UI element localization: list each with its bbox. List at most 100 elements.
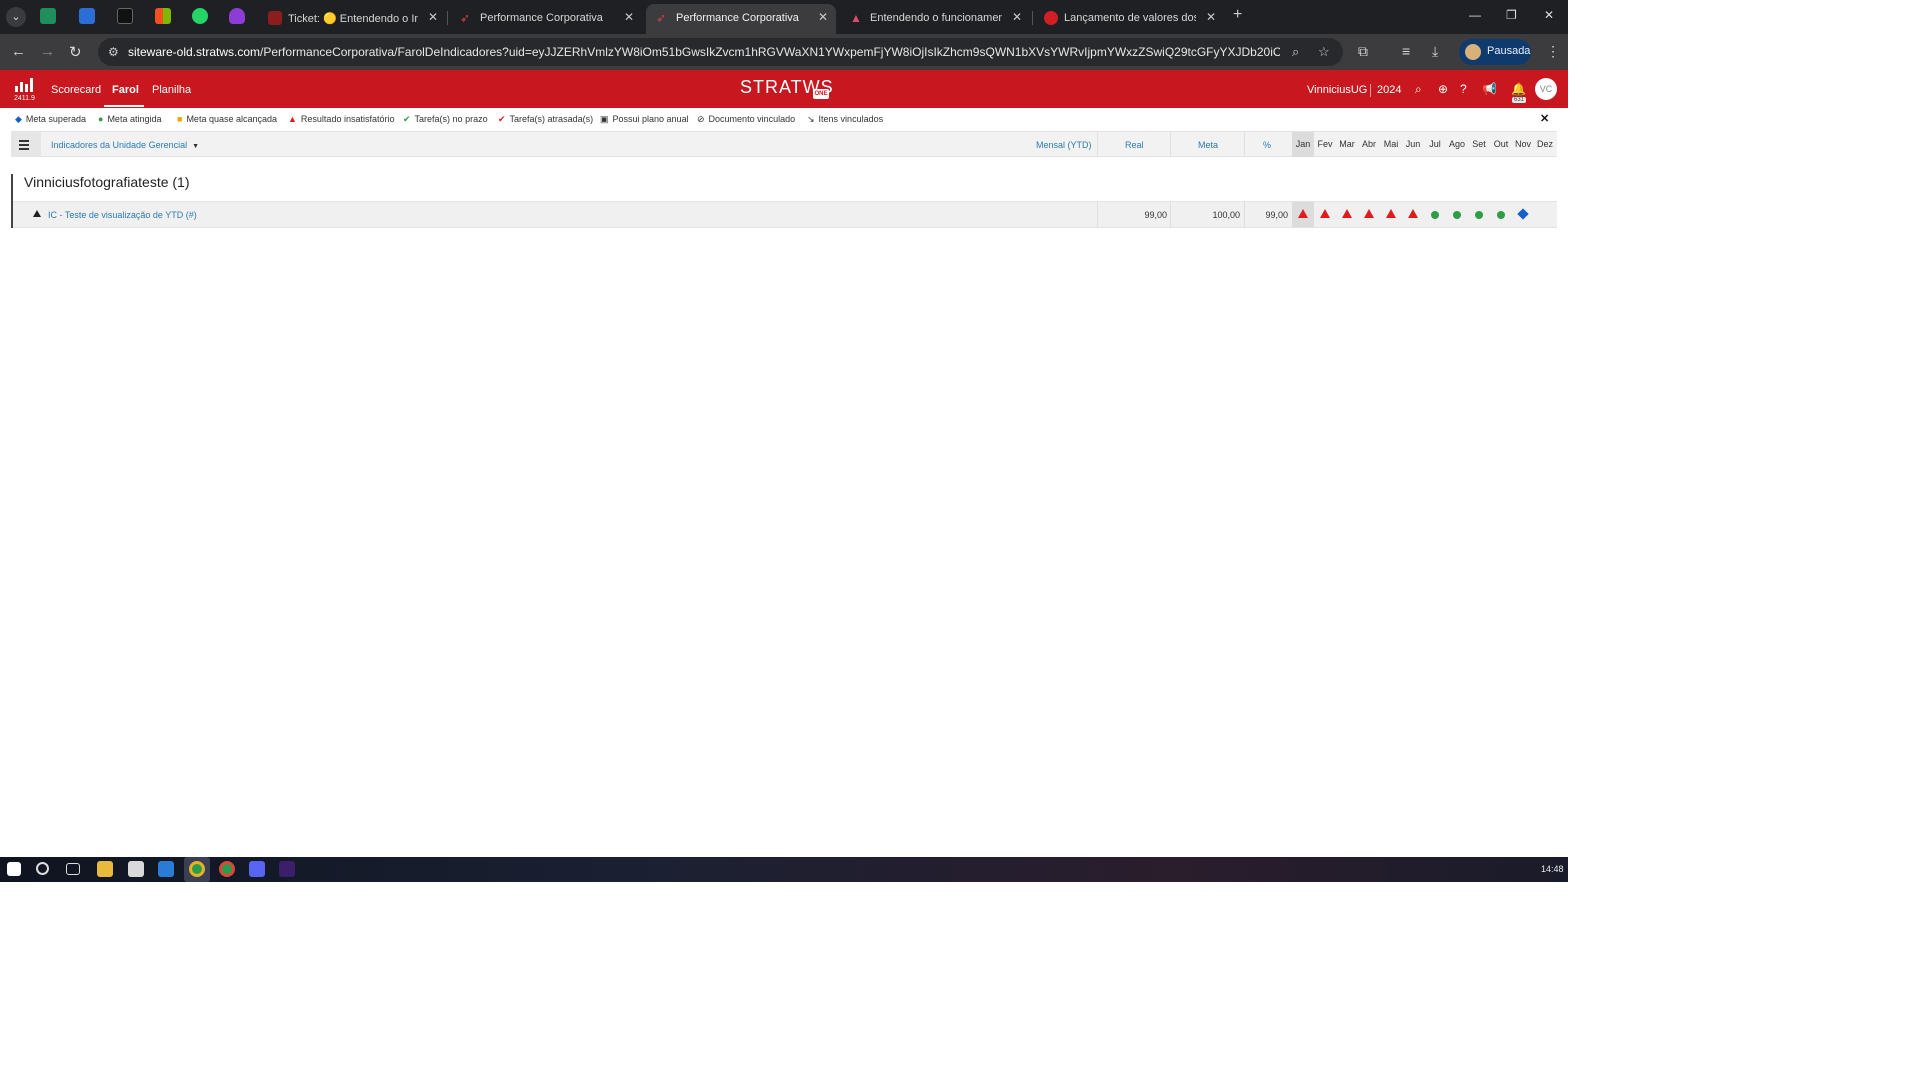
- bell-icon[interactable]: 🔔: [1511, 82, 1526, 96]
- unit-selector-dropdown[interactable]: Indicadores da Unidade Gerencial ▼: [51, 140, 199, 150]
- month-status-cell-jul[interactable]: [1424, 202, 1446, 227]
- chrome-profile-icon[interactable]: [219, 861, 235, 877]
- pinned-tab-heart-icon[interactable]: [229, 8, 245, 24]
- task-view-icon[interactable]: [66, 863, 80, 875]
- notification-count-badge: 631: [1512, 97, 1527, 103]
- indicator-row[interactable]: IC - Teste de visualização de YTD (#) 99…: [13, 201, 1557, 228]
- discord-icon[interactable]: [249, 861, 265, 877]
- browser-menu-icon[interactable]: ⋮: [1546, 43, 1560, 60]
- month-status-cell-fev[interactable]: [1314, 202, 1336, 227]
- month-header-nov[interactable]: Nov: [1512, 132, 1534, 157]
- menu-planilha[interactable]: Planilha: [152, 84, 191, 96]
- chart-logo-icon[interactable]: [14, 76, 34, 92]
- windows-start-icon[interactable]: [7, 862, 21, 876]
- restore-window-icon[interactable]: ❐: [1506, 8, 1517, 22]
- indicator-name-link[interactable]: IC - Teste de visualização de YTD (#): [48, 210, 197, 220]
- reload-icon[interactable]: ↻: [69, 43, 82, 61]
- hamburger-menu-icon[interactable]: [11, 132, 41, 157]
- red-triangle-icon: [1364, 209, 1374, 218]
- menu-scorecard[interactable]: Scorecard: [51, 84, 101, 96]
- year-selector[interactable]: 2024: [1377, 84, 1401, 96]
- month-status-cell-nov[interactable]: [1512, 202, 1534, 227]
- store-icon[interactable]: [128, 861, 144, 877]
- megaphone-icon[interactable]: 📢: [1482, 82, 1497, 96]
- close-legend-icon[interactable]: ✕: [1540, 112, 1549, 125]
- bookmark-star-icon[interactable]: ☆: [1318, 44, 1330, 60]
- column-header-percent[interactable]: %: [1263, 140, 1271, 150]
- minimize-window-icon[interactable]: —: [1469, 8, 1481, 22]
- month-header-jul[interactable]: Jul: [1424, 132, 1446, 157]
- new-tab-plus-icon[interactable]: +: [1233, 6, 1242, 24]
- pinned-tab-calendar-icon[interactable]: [79, 8, 95, 24]
- caret-down-icon: ▼: [192, 143, 200, 150]
- month-header-mar[interactable]: Mar: [1336, 132, 1358, 157]
- url-text[interactable]: siteware-old.stratws.com/PerformanceCorp…: [128, 45, 1280, 59]
- menu-farol[interactable]: Farol: [112, 84, 139, 96]
- search-icon[interactable]: [36, 862, 49, 875]
- profile-chip[interactable]: Pausada: [1459, 39, 1531, 65]
- month-status-cell-jan[interactable]: [1292, 202, 1314, 227]
- close-tab-icon[interactable]: ✕: [1012, 10, 1022, 24]
- close-tab-icon[interactable]: ✕: [818, 10, 828, 24]
- pinned-tab-amazon-icon[interactable]: [117, 8, 133, 24]
- mail-icon[interactable]: [158, 861, 174, 877]
- back-arrow-icon[interactable]: ←: [11, 43, 26, 60]
- extensions-icon[interactable]: ⧉: [1358, 43, 1368, 60]
- month-header-dez[interactable]: Dez: [1534, 132, 1556, 157]
- user-avatar[interactable]: VC: [1535, 78, 1557, 100]
- blue-diamond-icon: [1517, 208, 1529, 220]
- month-header-mai[interactable]: Mai: [1380, 132, 1402, 157]
- group-title[interactable]: Vinniciusfotografiateste (1): [24, 174, 190, 190]
- month-status-cell-set[interactable]: [1468, 202, 1490, 227]
- month-status-cell-jun[interactable]: [1402, 202, 1424, 227]
- file-explorer-icon[interactable]: [97, 861, 113, 877]
- user-unit-name[interactable]: VinniciusUG: [1307, 84, 1367, 96]
- chrome-icon[interactable]: [189, 861, 205, 877]
- tab-search-icon[interactable]: ⌄: [6, 7, 26, 27]
- browser-tab-4[interactable]: ▲ Entendendo o funcionamento d ✕: [840, 4, 1030, 34]
- triangle-favicon-icon: ▲: [850, 11, 862, 25]
- media-control-icon[interactable]: ≡: [1402, 43, 1410, 59]
- month-header-jan[interactable]: Jan: [1292, 132, 1314, 157]
- search-icon[interactable]: ⌕: [1415, 82, 1422, 97]
- close-tab-icon[interactable]: ✕: [1206, 10, 1216, 24]
- download-icon[interactable]: ⤓: [1432, 43, 1438, 60]
- month-header-out[interactable]: Out: [1490, 132, 1512, 157]
- profile-avatar: [1465, 44, 1481, 60]
- month-header-set[interactable]: Set: [1468, 132, 1490, 157]
- month-status-cell-ago[interactable]: [1446, 202, 1468, 227]
- site-info-icon[interactable]: ⚙: [108, 45, 119, 59]
- help-icon[interactable]: ?: [1460, 82, 1467, 96]
- app-icon[interactable]: [279, 861, 295, 877]
- month-header-abr[interactable]: Abr: [1358, 132, 1380, 157]
- close-tab-icon[interactable]: ✕: [624, 10, 634, 24]
- pinned-tab-sheets-icon[interactable]: [40, 8, 56, 24]
- close-tab-icon[interactable]: ✕: [428, 10, 438, 24]
- browser-tab-5[interactable]: Lançamento de valores dos ind ✕: [1034, 4, 1224, 34]
- forward-arrow-icon[interactable]: →: [40, 43, 55, 60]
- month-header-jun[interactable]: Jun: [1402, 132, 1424, 157]
- column-header-real[interactable]: Real: [1125, 140, 1144, 150]
- month-status-cell-out[interactable]: [1490, 202, 1512, 227]
- zoom-magnifier-icon[interactable]: ⌕: [1292, 44, 1299, 60]
- browser-tab-3-active[interactable]: ➶ Performance Corporativa ✕: [646, 4, 836, 34]
- header-divider: [1370, 84, 1371, 97]
- add-circle-icon[interactable]: ⊕: [1438, 82, 1448, 96]
- month-status-cell-mai[interactable]: [1380, 202, 1402, 227]
- month-header-fev[interactable]: Fev: [1314, 132, 1336, 157]
- month-status-cell-mar[interactable]: [1336, 202, 1358, 227]
- address-bar[interactable]: ⚙ siteware-old.stratws.com/PerformanceCo…: [98, 38, 1343, 66]
- pinned-tab-whatsapp-icon[interactable]: [192, 8, 208, 24]
- pinned-tab-microsoft-icon[interactable]: [155, 8, 171, 24]
- legend-item: ▣ Possui plano anual: [600, 114, 689, 125]
- month-status-cell-dez[interactable]: [1534, 202, 1556, 227]
- browser-tab-1[interactable]: Ticket: 🟡 Entendendo o Indica ✕: [258, 4, 446, 34]
- period-selector[interactable]: Mensal (YTD): [1036, 140, 1092, 150]
- month-status-cell-abr[interactable]: [1358, 202, 1380, 227]
- red-circle-favicon-icon: [1044, 11, 1058, 25]
- legend-item: ↘ Itens vinculados: [807, 114, 883, 125]
- browser-tab-2[interactable]: ➶ Performance Corporativa ✕: [450, 4, 642, 34]
- column-header-meta[interactable]: Meta: [1198, 140, 1218, 150]
- month-header-ago[interactable]: Ago: [1446, 132, 1468, 157]
- close-window-icon[interactable]: ✕: [1544, 8, 1554, 22]
